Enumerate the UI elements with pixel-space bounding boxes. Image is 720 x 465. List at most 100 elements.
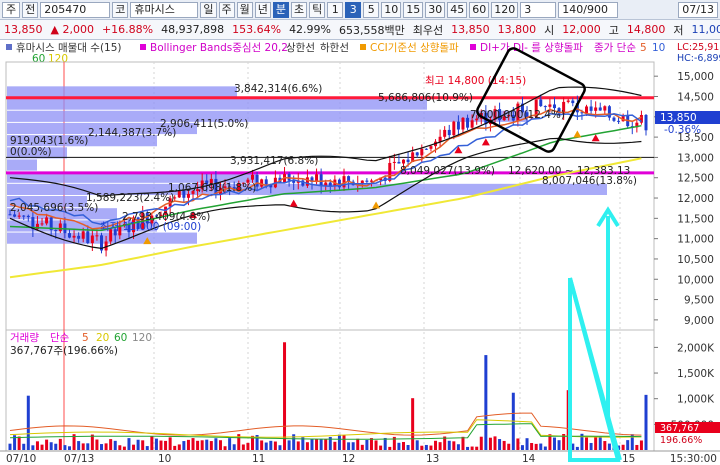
- candle-body: [424, 148, 428, 150]
- price-tick-label: 11,500: [677, 213, 714, 225]
- volume-ma-label: 단순: [50, 332, 70, 344]
- volume-bar: [369, 438, 373, 450]
- candle-body: [438, 136, 442, 142]
- period-second[interactable]: 초: [291, 1, 308, 18]
- volume-bar: [296, 441, 300, 450]
- minute-15[interactable]: 15: [403, 1, 424, 18]
- candle-body: [461, 117, 465, 130]
- volume-bar: [452, 441, 456, 450]
- minute-30[interactable]: 30: [425, 1, 446, 18]
- candle-body: [13, 214, 17, 217]
- price-tick-label: 12,000: [677, 193, 714, 205]
- volume-bar: [209, 441, 213, 450]
- volume-bar: [141, 440, 145, 450]
- candle-body: [543, 106, 547, 108]
- candle-body: [598, 107, 602, 111]
- candle-body: [305, 177, 309, 186]
- candle-body: [548, 104, 552, 107]
- candle-body: [415, 152, 419, 156]
- minute-120[interactable]: 120: [491, 1, 519, 18]
- candle-body: [58, 223, 62, 232]
- volume-bar: [502, 440, 506, 450]
- minute-10[interactable]: 10: [381, 1, 402, 18]
- period-day[interactable]: 일: [200, 1, 217, 18]
- candle-body: [90, 235, 94, 244]
- stock-code-input[interactable]: 205470: [40, 1, 111, 18]
- volume-bar: [507, 443, 511, 450]
- volume-bar: [585, 437, 589, 450]
- prev-button[interactable]: 전: [22, 1, 39, 18]
- volume-bar: [90, 434, 94, 450]
- volume-bar: [273, 441, 277, 450]
- candle-body: [67, 233, 71, 238]
- candle-body: [54, 230, 58, 232]
- volume-rate: 153.64%: [232, 23, 282, 36]
- legend-ma-120: 120: [48, 53, 68, 65]
- volume-bar: [594, 436, 598, 450]
- volume-bar: [379, 445, 383, 450]
- candle-body: [8, 214, 12, 216]
- price-tick-label: 13,000: [677, 152, 714, 164]
- minute-1[interactable]: 1: [327, 1, 344, 18]
- current-price-marker-label: 13,850: [660, 112, 697, 124]
- date-input[interactable]: 07/13: [678, 2, 718, 18]
- candle-body: [397, 161, 401, 164]
- period-week[interactable]: 주: [218, 1, 235, 18]
- candle-body: [429, 146, 433, 149]
- volume-bar: [45, 439, 49, 450]
- volume-bar: [159, 440, 163, 450]
- volume-bar: [118, 445, 122, 450]
- volume-bar: [589, 442, 593, 450]
- volume-bar: [113, 440, 117, 450]
- period-year[interactable]: 년: [254, 1, 271, 18]
- minute-5[interactable]: 5: [363, 1, 380, 18]
- candle-body: [388, 162, 392, 181]
- volume-bar: [168, 437, 172, 450]
- volume-bar: [223, 446, 227, 450]
- volume-bar: [287, 440, 291, 450]
- volume-bar: [218, 440, 222, 450]
- high-price: 14,800: [626, 23, 666, 36]
- volume-bar: [104, 443, 108, 450]
- volume-bar: [484, 355, 488, 450]
- volume-bar: [283, 342, 287, 450]
- volume-bar: [35, 441, 39, 450]
- candle-body: [17, 215, 21, 217]
- minute-45[interactable]: 45: [447, 1, 468, 18]
- minute-60[interactable]: 60: [469, 1, 490, 18]
- volume-bar: [173, 445, 177, 450]
- volume-bar: [516, 438, 520, 450]
- change-rate: +16.88%: [101, 23, 154, 36]
- volume-bar: [132, 444, 136, 450]
- ask-price: 13,850: [451, 23, 490, 36]
- period-minute[interactable]: 분: [272, 1, 289, 18]
- stock-chart[interactable]: 휴마시스 매물대 수(15) Bollinger Bands중심선 20,2 상…: [0, 40, 720, 465]
- volume-bar: [621, 444, 625, 450]
- volume-bar: [232, 444, 236, 450]
- volume-bar: [466, 446, 470, 450]
- volume-bar: [644, 394, 648, 450]
- candle-body: [603, 106, 607, 111]
- profile-label: 5,686,806(10.9%): [378, 92, 473, 104]
- volume-bar: [603, 441, 607, 450]
- price-change: ▲ 2,000: [50, 23, 94, 36]
- volume-bar: [401, 441, 405, 450]
- market-select[interactable]: 주: [2, 1, 21, 18]
- time-end-label: 15:30:00: [670, 453, 717, 465]
- minute-3[interactable]: 3: [345, 1, 362, 18]
- volume-bar: [67, 446, 71, 450]
- period-tick[interactable]: 틱: [309, 1, 326, 18]
- profile-label: 2,144,387(3.7%): [88, 127, 176, 139]
- candle-body: [406, 159, 410, 162]
- period-month[interactable]: 월: [236, 1, 253, 18]
- volume-bar: [447, 440, 451, 450]
- stock-name[interactable]: 휴마시스: [130, 1, 199, 18]
- interval-select[interactable]: 3: [520, 1, 557, 18]
- volume-bar: [552, 437, 556, 450]
- volume-bar: [26, 395, 30, 450]
- count-input[interactable]: 140/900: [558, 1, 619, 18]
- volume-bar: [260, 440, 264, 450]
- volume-tick-label: 2,000K: [677, 342, 715, 354]
- time-label: 14: [522, 453, 536, 465]
- candle-body: [45, 217, 49, 224]
